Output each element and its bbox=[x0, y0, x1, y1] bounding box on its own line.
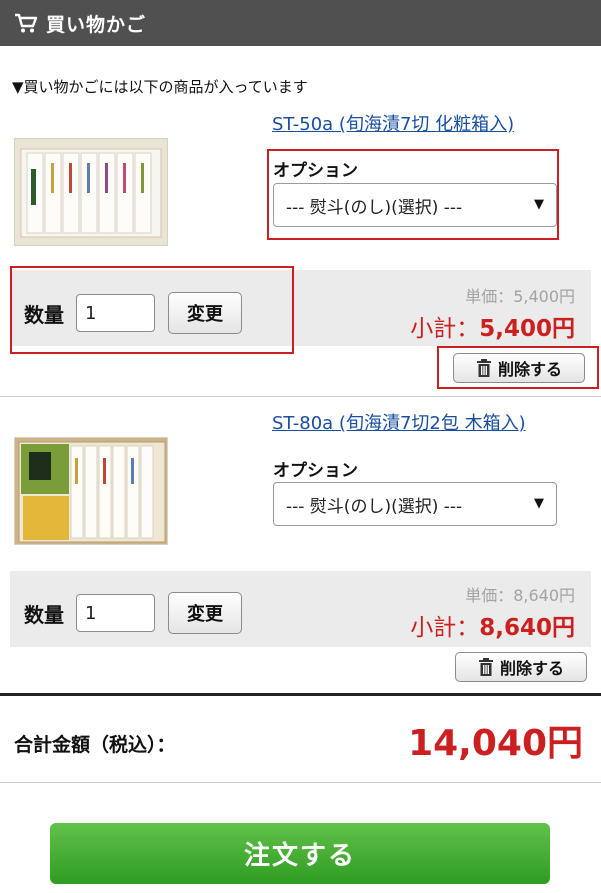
product-name-link[interactable]: ST-80a (旬海漬7切2包 木箱入) bbox=[272, 409, 526, 435]
unit-price: 単価：5,400円 bbox=[465, 287, 575, 306]
cart-intro-text: ▼買い物かごには以下の商品が入っています bbox=[12, 78, 308, 96]
item-divider bbox=[0, 396, 601, 397]
total-bottom-divider bbox=[0, 782, 601, 783]
chevron-down-icon: ▼ bbox=[534, 496, 544, 511]
select-value: --- 熨斗(のし)(選択) --- bbox=[286, 496, 463, 517]
highlight-delete-box bbox=[437, 346, 599, 389]
highlight-quantity-box bbox=[10, 266, 294, 354]
total-top-divider bbox=[0, 693, 601, 696]
subtotal-value: 5,400円 bbox=[479, 316, 575, 342]
unit-price: 単価：8,640円 bbox=[465, 586, 575, 605]
trash-icon bbox=[478, 658, 493, 676]
cart-icon bbox=[15, 13, 38, 33]
product-box-image bbox=[15, 139, 167, 245]
delete-label: 削除する bbox=[499, 659, 564, 678]
total-amount: 14,040円 bbox=[408, 723, 583, 764]
subtotal-label: 小計： bbox=[410, 316, 480, 342]
product-name-link[interactable]: ST-50a (旬海漬7切 化粧箱入) bbox=[272, 110, 514, 136]
subtotal-label: 小計： bbox=[410, 615, 480, 641]
place-order-button[interactable]: 注文する bbox=[50, 823, 550, 884]
highlight-option-box bbox=[267, 149, 559, 240]
product-thumbnail[interactable] bbox=[14, 138, 168, 246]
option-label: オプション bbox=[273, 461, 358, 481]
cart-title: 買い物かご bbox=[46, 13, 147, 36]
cart-header: 買い物かご bbox=[0, 0, 601, 46]
total-label: 合計金額（税込）： bbox=[14, 734, 176, 756]
change-quantity-button[interactable]: 変更 bbox=[168, 592, 242, 634]
quantity-input[interactable]: 1 bbox=[76, 594, 155, 632]
subtotal: 小計：5,400円 bbox=[410, 309, 575, 343]
product-thumbnail[interactable] bbox=[14, 437, 168, 545]
subtotal: 小計：8,640円 bbox=[410, 608, 575, 642]
quantity-label: 数量 bbox=[24, 603, 64, 627]
product-box-image bbox=[15, 438, 167, 544]
noshi-option-select[interactable]: --- 熨斗(のし)(選択) --- ▼ bbox=[273, 482, 557, 526]
delete-item-button[interactable]: 削除する bbox=[455, 652, 587, 682]
subtotal-value: 8,640円 bbox=[479, 615, 575, 641]
